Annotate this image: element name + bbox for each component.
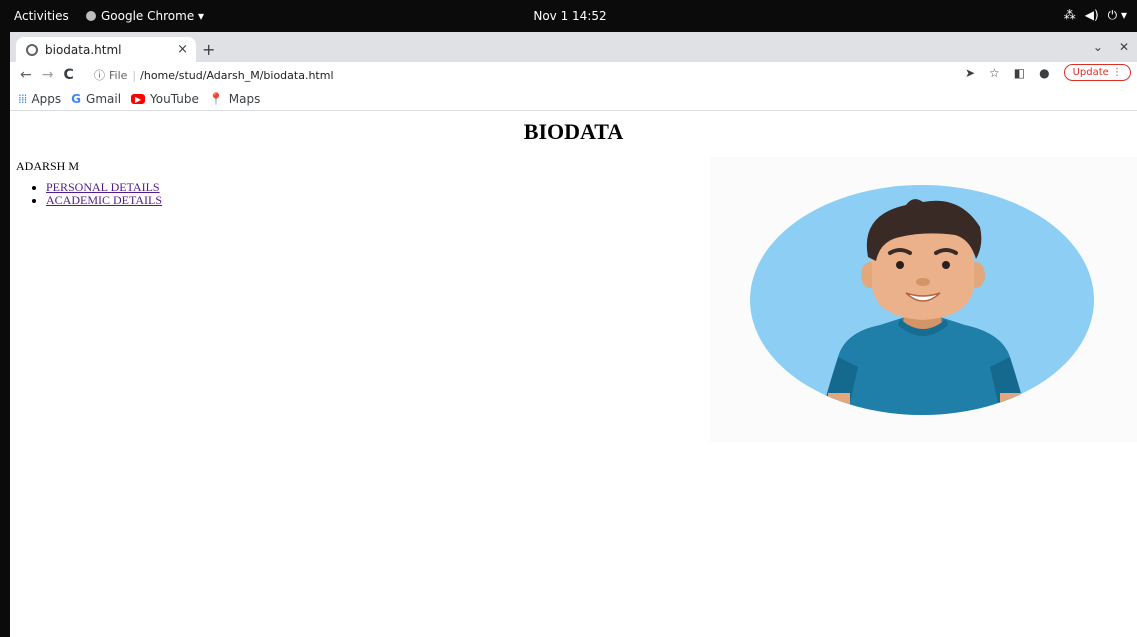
google-icon: G — [71, 92, 82, 106]
activities-button[interactable]: Activities — [14, 9, 69, 23]
system-top-bar: Activities Google Chrome ▾ Nov 1 14:52 ⁂… — [0, 0, 1137, 32]
back-button[interactable]: ← — [20, 67, 32, 83]
person-avatar-illustration — [750, 185, 1094, 415]
tab-search-icon[interactable]: ⌄ — [1093, 40, 1103, 54]
share-icon[interactable]: ➤ — [965, 66, 975, 80]
reload-button[interactable]: C — [63, 67, 73, 83]
address-bar[interactable]: ⓘ File | /home/stud/Adarsh_M/biodata.htm… — [94, 64, 974, 86]
power-icon: ⏻ ▾ — [1107, 8, 1127, 22]
address-separator: | — [132, 68, 137, 82]
bookmark-apps[interactable]: ⁞⁞⁞ Apps — [18, 92, 61, 106]
window-close-icon[interactable]: ✕ — [1119, 40, 1129, 54]
globe-icon — [26, 43, 38, 56]
bookmark-youtube[interactable]: ▶ YouTube — [131, 92, 199, 106]
app-menu[interactable]: Google Chrome ▾ — [86, 9, 204, 23]
bookmarks-bar: ⁞⁞⁞ Apps G Gmail ▶ YouTube 📍 Maps — [10, 88, 1137, 111]
info-icon[interactable]: ⓘ — [94, 67, 105, 83]
status-area[interactable]: ⁂ ◀) ⏻ ▾ — [1064, 8, 1127, 23]
clock[interactable]: Nov 1 14:52 — [520, 9, 620, 23]
network-icon: ⁂ — [1063, 8, 1076, 22]
chrome-icon — [86, 11, 96, 21]
forward-button[interactable]: → — [42, 67, 54, 83]
update-button[interactable]: Update ⋮ — [1063, 64, 1131, 81]
academic-details-link[interactable]: ACADEMIC DETAILS — [46, 193, 162, 207]
tab-biodata[interactable]: biodata.html × — [16, 37, 196, 62]
page-title: BIODATA — [523, 119, 624, 144]
more-menu-icon: ⋮ — [1112, 67, 1122, 78]
tab-strip: biodata.html × + ⌄ ✕ — [10, 32, 1137, 62]
apps-icon: ⁞⁞⁞ — [18, 92, 28, 106]
bookmark-label: Maps — [228, 92, 261, 106]
list-item: ACADEMIC DETAILS — [46, 194, 162, 207]
toolbar-actions: ➤ ☆ ◧ ● Update ⋮ — [965, 64, 1131, 81]
update-label: Update — [1072, 67, 1109, 78]
maps-icon: 📍 — [208, 92, 224, 106]
bookmark-maps[interactable]: 📍 Maps — [209, 92, 261, 106]
close-icon[interactable]: × — [177, 42, 188, 57]
browser-toolbar: ← → C ⓘ File | /home/stud/Adarsh_M/bioda… — [10, 62, 1137, 88]
profile-icon[interactable]: ● — [1039, 66, 1049, 80]
bookmark-star-icon[interactable]: ☆ — [989, 66, 1000, 80]
bookmark-label: Gmail — [86, 92, 122, 106]
window-edge — [0, 32, 10, 637]
bookmark-label: Apps — [31, 92, 62, 106]
bookmark-label: YouTube — [150, 92, 199, 106]
details-link-list: PERSONAL DETAILS ACADEMIC DETAILS — [16, 181, 162, 207]
tab-title: biodata.html — [45, 42, 122, 57]
youtube-icon: ▶ — [131, 94, 146, 104]
volume-icon: ◀) — [1084, 8, 1099, 22]
url-text[interactable]: /home/stud/Adarsh_M/biodata.html — [140, 69, 333, 82]
personal-details-link[interactable]: PERSONAL DETAILS — [46, 180, 160, 194]
new-tab-button[interactable]: + — [202, 40, 215, 59]
page-content: BIODATA ADARSH M PERSONAL DETAILS ACADEM… — [10, 111, 1137, 637]
avatar-image — [710, 157, 1137, 442]
bookmark-gmail[interactable]: G Gmail — [71, 92, 121, 106]
tabstrip-controls: ⌄ ✕ — [1093, 40, 1129, 54]
app-menu-label: Google Chrome ▾ — [101, 9, 205, 23]
person-name: ADARSH M — [16, 159, 80, 173]
side-panel-icon[interactable]: ◧ — [1014, 66, 1025, 80]
scheme-label: File — [109, 68, 128, 82]
